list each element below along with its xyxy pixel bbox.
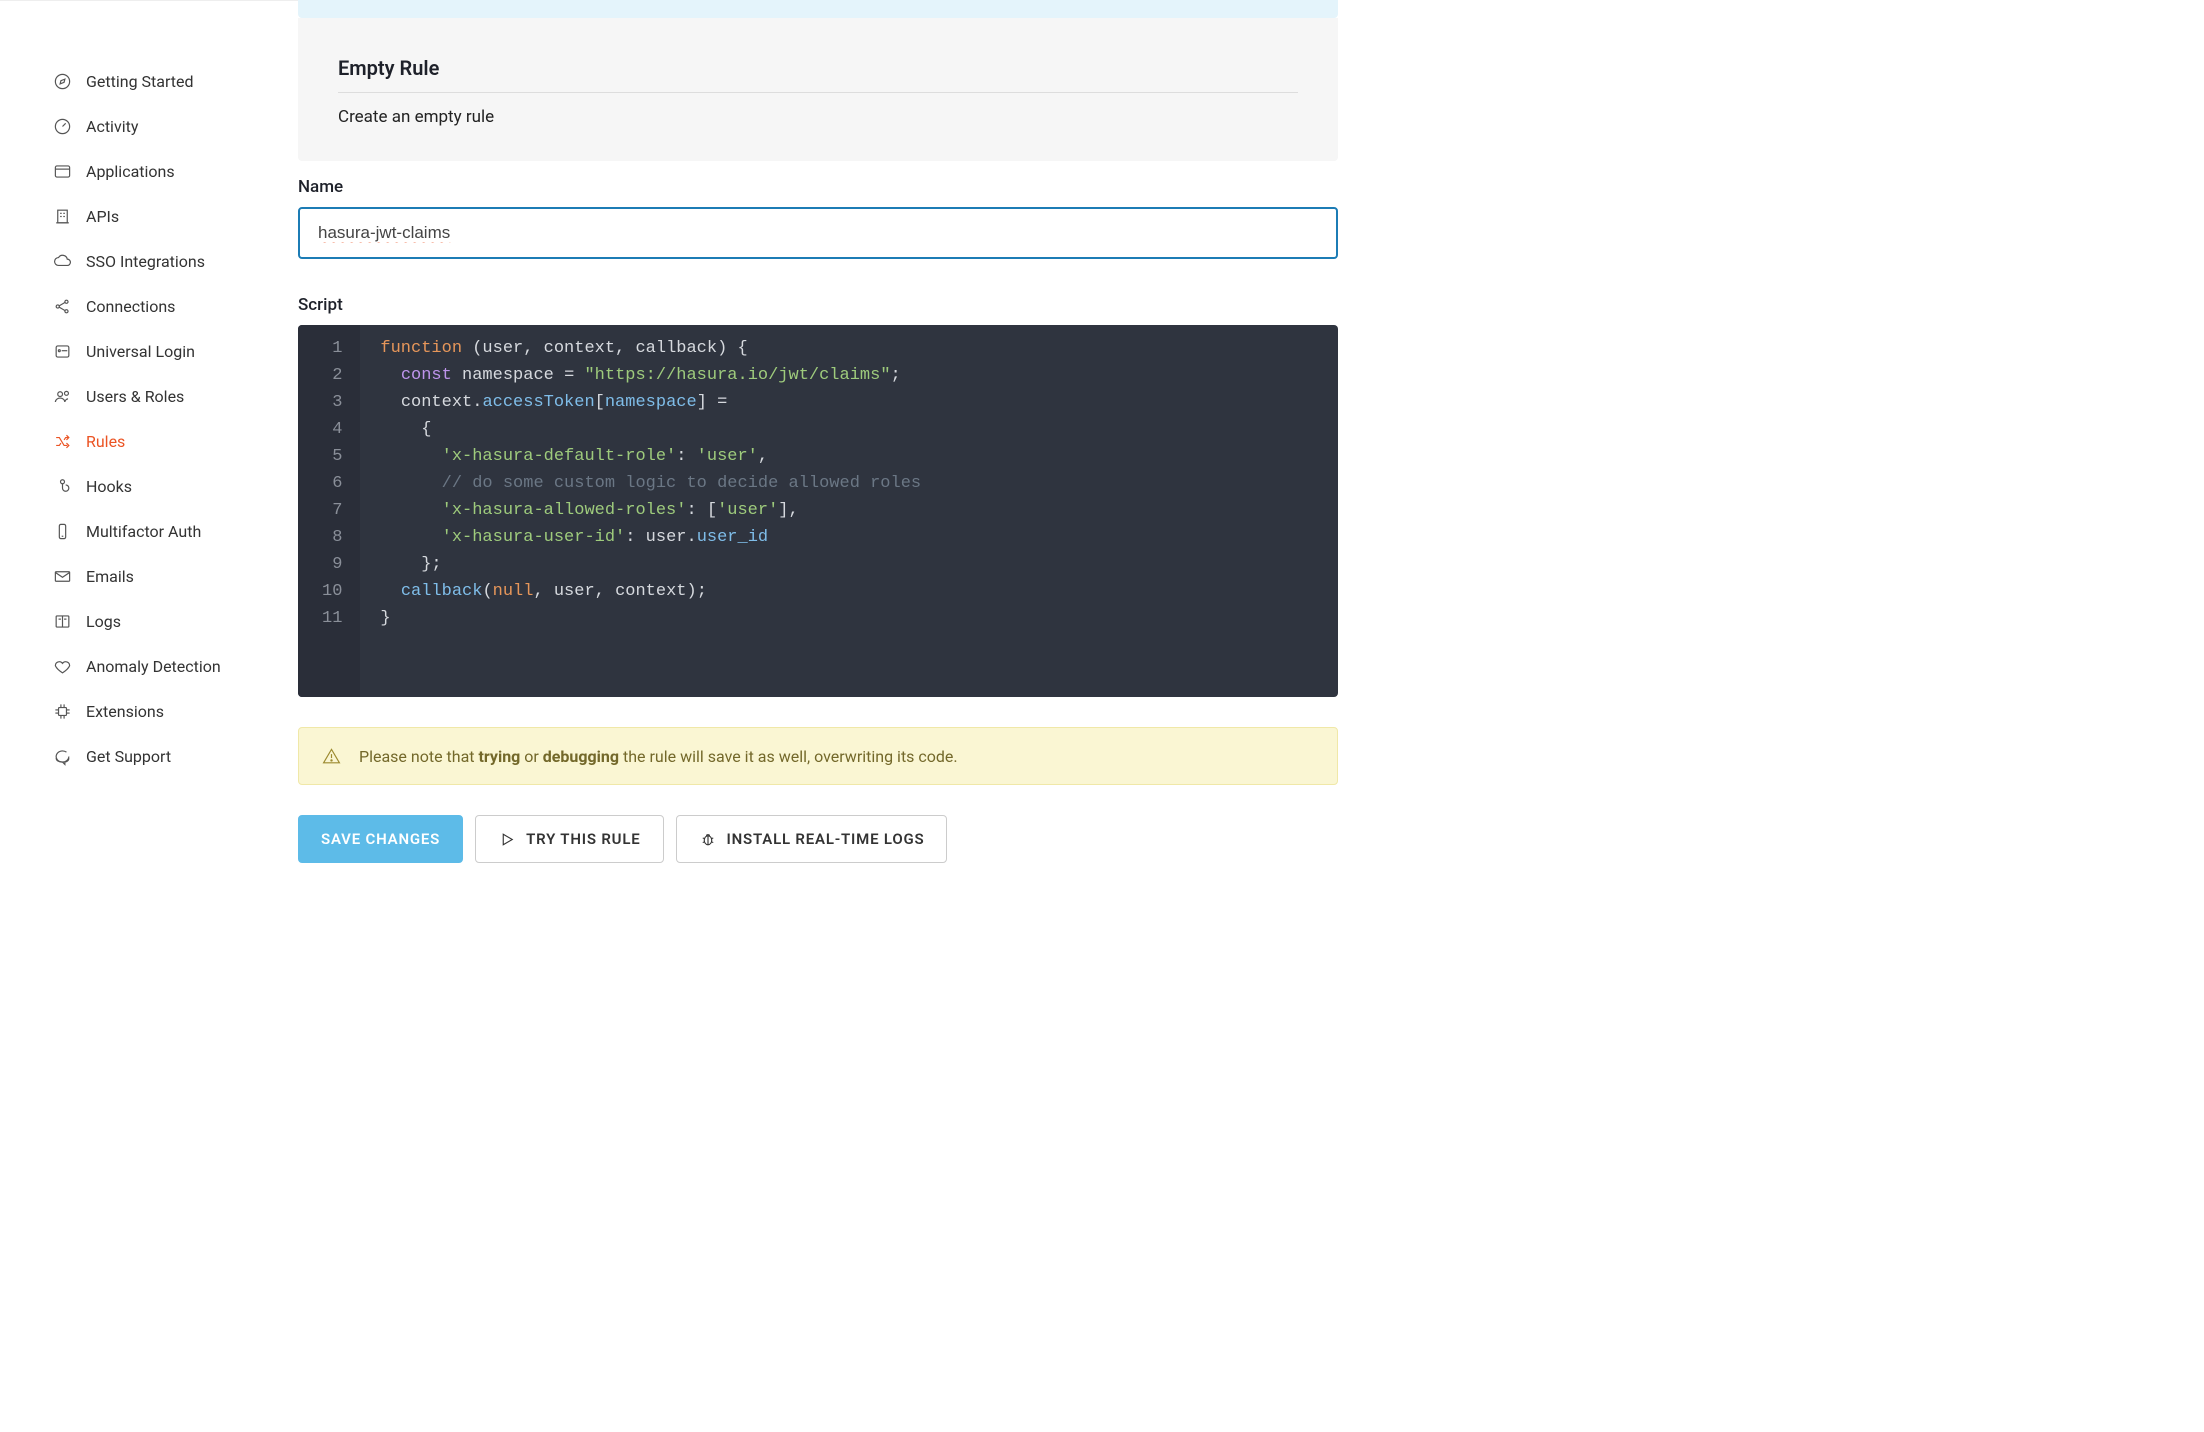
- line-number: 8: [322, 524, 342, 551]
- sidebar-item-label: Hooks: [86, 477, 132, 496]
- sidebar-item-hooks[interactable]: Hooks: [52, 464, 298, 509]
- chat-icon: [52, 747, 72, 767]
- button-label: Install Real-time Logs: [727, 830, 925, 848]
- sidebar-item-anomaly-detection[interactable]: Anomaly Detection: [52, 644, 298, 689]
- sidebar-item-label: Connections: [86, 297, 175, 316]
- gauge-icon: [52, 117, 72, 137]
- script-label: Script: [298, 295, 1338, 315]
- sidebar-item-label: Emails: [86, 567, 134, 586]
- sidebar-item-connections[interactable]: Connections: [52, 284, 298, 329]
- sidebar-item-label: Extensions: [86, 702, 164, 721]
- users-icon: [52, 387, 72, 407]
- sidebar-item-apis[interactable]: APIs: [52, 194, 298, 239]
- sidebar-item-universal-login[interactable]: Universal Login: [52, 329, 298, 374]
- sidebar-item-extensions[interactable]: Extensions: [52, 689, 298, 734]
- line-number: 11: [322, 605, 342, 632]
- heart-icon: [52, 657, 72, 677]
- editor-code[interactable]: function (user, context, callback) { con…: [360, 325, 941, 697]
- book-icon: [52, 612, 72, 632]
- sidebar-item-label: Activity: [86, 117, 138, 136]
- line-number: 1: [322, 335, 342, 362]
- sidebar-item-label: Get Support: [86, 747, 171, 766]
- sidebar-item-label: Applications: [86, 162, 175, 181]
- save-changes-button[interactable]: Save changes: [298, 815, 463, 863]
- chip-icon: [52, 702, 72, 722]
- line-number: 9: [322, 551, 342, 578]
- code-editor[interactable]: 1 2 3 4 5 6 7 8 9 10 11 function (user, …: [298, 325, 1338, 697]
- line-number: 6: [322, 470, 342, 497]
- info-banner: [298, 0, 1338, 18]
- sidebar-item-label: Anomaly Detection: [86, 657, 221, 676]
- sidebar-item-label: Universal Login: [86, 342, 195, 361]
- bug-icon: [699, 830, 717, 848]
- share-icon: [52, 297, 72, 317]
- sidebar-item-label: Logs: [86, 612, 121, 631]
- rule-subtitle: Create an empty rule: [338, 107, 1298, 127]
- sidebar-item-sso-integrations[interactable]: SSO Integrations: [52, 239, 298, 284]
- sidebar-item-label: Users & Roles: [86, 387, 184, 406]
- rule-title: Empty Rule: [338, 56, 1298, 93]
- warning-banner: Please note that trying or debugging the…: [298, 727, 1338, 785]
- app-window-icon: [52, 162, 72, 182]
- try-rule-button[interactable]: Try this rule: [475, 815, 663, 863]
- line-number: 5: [322, 443, 342, 470]
- sidebar-item-logs[interactable]: Logs: [52, 599, 298, 644]
- sidebar-item-applications[interactable]: Applications: [52, 149, 298, 194]
- line-number: 3: [322, 389, 342, 416]
- building-icon: [52, 207, 72, 227]
- main-content: Empty Rule Create an empty rule Name Scr…: [298, 0, 1338, 1432]
- compass-icon: [52, 72, 72, 92]
- line-number: 2: [322, 362, 342, 389]
- mail-icon: [52, 567, 72, 587]
- sidebar-item-label: APIs: [86, 207, 119, 226]
- sidebar-item-label: Multifactor Auth: [86, 522, 201, 541]
- sidebar-item-rules[interactable]: Rules: [52, 419, 298, 464]
- install-logs-button[interactable]: Install Real-time Logs: [676, 815, 948, 863]
- rule-header-card: Empty Rule Create an empty rule: [298, 18, 1338, 161]
- sidebar-item-getting-started[interactable]: Getting Started: [52, 59, 298, 104]
- line-number: 4: [322, 416, 342, 443]
- sidebar: Getting Started Activity Applications AP…: [0, 0, 298, 1432]
- hook-icon: [52, 477, 72, 497]
- button-label: Try this rule: [526, 830, 640, 848]
- warning-text: Please note that trying or debugging the…: [359, 747, 958, 766]
- sidebar-item-users-roles[interactable]: Users & Roles: [52, 374, 298, 419]
- editor-gutter: 1 2 3 4 5 6 7 8 9 10 11: [298, 325, 360, 697]
- warning-icon: [321, 746, 341, 766]
- sidebar-item-emails[interactable]: Emails: [52, 554, 298, 599]
- sidebar-item-activity[interactable]: Activity: [52, 104, 298, 149]
- shuffle-icon: [52, 432, 72, 452]
- device-icon: [52, 522, 72, 542]
- line-number: 10: [322, 578, 342, 605]
- sidebar-item-label: Rules: [86, 432, 125, 451]
- sidebar-item-label: Getting Started: [86, 72, 194, 91]
- button-row: Save changes Try this rule Install Real-…: [298, 815, 1338, 863]
- sidebar-item-multifactor-auth[interactable]: Multifactor Auth: [52, 509, 298, 554]
- sidebar-item-label: SSO Integrations: [86, 252, 205, 271]
- name-input[interactable]: [298, 207, 1338, 259]
- login-box-icon: [52, 342, 72, 362]
- name-label: Name: [298, 177, 1338, 197]
- play-icon: [498, 830, 516, 848]
- cloud-icon: [52, 252, 72, 272]
- line-number: 7: [322, 497, 342, 524]
- sidebar-item-get-support[interactable]: Get Support: [52, 734, 298, 779]
